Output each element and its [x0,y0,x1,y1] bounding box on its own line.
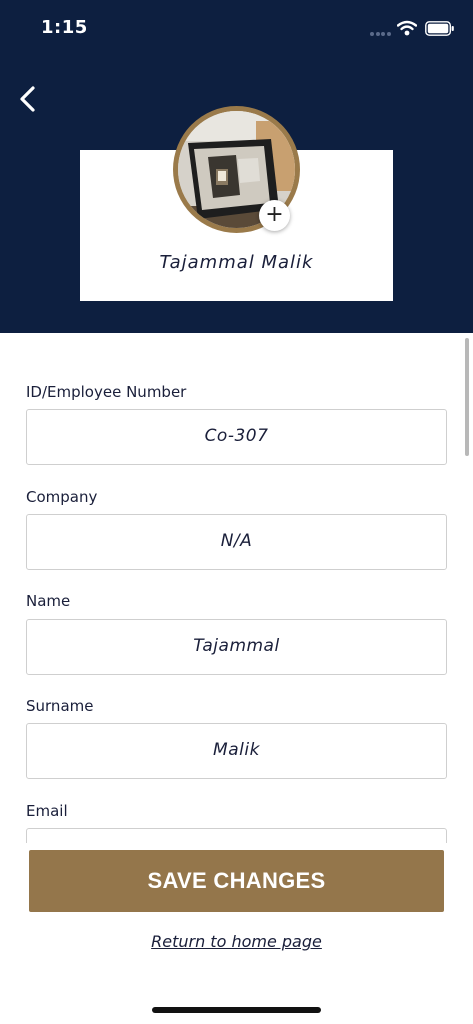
status-time: 1:15 [41,17,88,38]
back-button[interactable] [14,84,44,114]
surname-field[interactable]: Malik [26,723,447,779]
company-field[interactable]: N/A [26,514,447,570]
add-photo-button[interactable]: + [259,200,290,231]
name-field[interactable]: Tajammal [26,619,447,675]
company-label: Company [26,488,98,506]
surname-label: Surname [26,697,94,715]
profile-name: Tajammal Malik [159,252,314,273]
header-bar: 1:15 Tajammal Malik + [0,0,473,333]
wifi-icon [397,20,417,36]
return-home-link[interactable]: Return to home page [0,932,473,951]
scrollbar[interactable] [465,338,469,456]
chevron-left-icon [20,86,35,112]
battery-icon [425,21,454,36]
email-field[interactable] [26,828,447,843]
employee-number-label: ID/Employee Number [26,383,187,401]
employee-number-field[interactable]: Co-307 [26,409,447,465]
profile-form[interactable]: ID/Employee Number Co-307 Company N/A Na… [0,333,473,843]
signal-icon [370,32,392,36]
name-label: Name [26,592,71,610]
home-indicator [152,1007,321,1013]
save-changes-button[interactable]: SAVE CHANGES [29,850,444,912]
email-label: Email [26,802,68,820]
